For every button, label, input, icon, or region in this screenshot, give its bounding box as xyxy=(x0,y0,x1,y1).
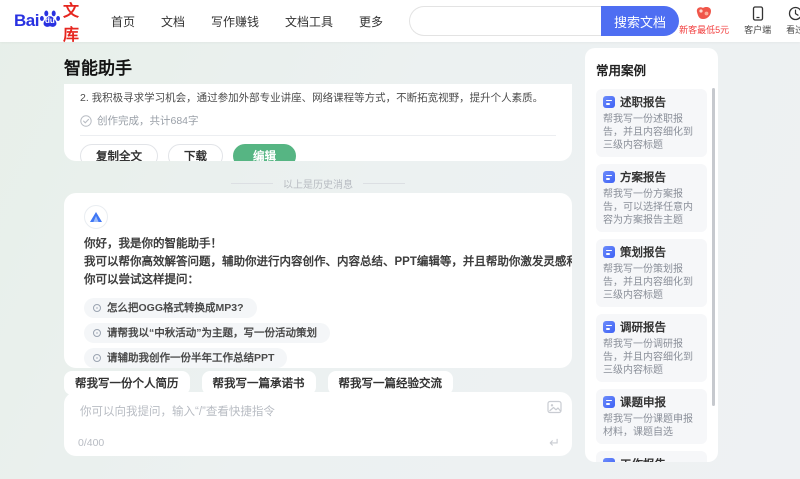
case-title: 策划报告 xyxy=(620,247,666,259)
document-icon xyxy=(603,171,615,183)
nav-item-home[interactable]: 首页 xyxy=(111,13,135,30)
suggestion-chip-midautumn-plan[interactable]: 请帮我以“中秋活动”为主题，写一份活动策划 xyxy=(84,323,330,343)
case-item-project-application[interactable]: 课题申报 帮我写一份课题申报材料，课题自选 xyxy=(596,389,707,444)
assistant-message-card: 你好，我是你的智能助手！ 我可以帮你高效解答问题，辅助你进行内容创作、内容总结、… xyxy=(64,193,572,368)
search-bar: 搜索文档 xyxy=(409,6,680,36)
suggestion-bullet-icon xyxy=(93,304,101,312)
document-icon xyxy=(603,458,615,462)
document-icon xyxy=(603,246,615,258)
nav-item-doc-tools[interactable]: 文档工具 xyxy=(285,13,333,30)
case-desc: 帮我写一份策划报告，并且内容细化到三级内容标题 xyxy=(603,264,693,301)
search-button[interactable]: 搜索文档 xyxy=(601,6,680,36)
copy-full-text-button[interactable]: 复制全文 xyxy=(80,144,158,161)
action-button-row: 复制全文 下载 编辑 xyxy=(80,144,556,161)
promo-label: 新客最低5元 xyxy=(679,25,730,35)
history-result-card: 2. 我积极寻求学习机会，通过参加外部专业讲座、网络课程等方式，不断拓宽视野，提… xyxy=(64,84,572,161)
client-entry[interactable]: 客户端 xyxy=(744,6,771,36)
sidebar-title: 常用案例 xyxy=(596,64,647,78)
divider-line-left xyxy=(231,183,273,184)
history-divider: 以上是历史消息 xyxy=(64,176,572,191)
case-title: 课题申报 xyxy=(620,397,666,409)
chat-input-box: 0/400 ↵ xyxy=(64,392,572,456)
page-title: 智能助手 xyxy=(64,59,132,78)
chat-input[interactable] xyxy=(78,401,518,431)
suggestion-chip-ogg-mp3[interactable]: 怎么把OGG格式转换成MP3? xyxy=(84,298,257,318)
assistant-logo-icon xyxy=(90,212,102,222)
case-title: 调研报告 xyxy=(620,322,666,334)
baidu-paw-icon: du xyxy=(38,7,62,31)
promo-entry[interactable]: 新客最低5元 xyxy=(679,6,729,36)
assistant-avatar xyxy=(84,205,108,229)
history-divider-text: 以上是历史消息 xyxy=(283,180,353,191)
viewed-entry[interactable]: 看过 xyxy=(786,6,800,36)
mobile-client-icon xyxy=(752,6,763,21)
divider-line-right xyxy=(363,183,405,184)
assistant-message: 你好，我是你的智能助手！ 我可以帮你高效解答问题，辅助你进行内容创作、内容总结、… xyxy=(84,235,572,289)
case-item-proposal-report[interactable]: 方案报告 帮我写一份方案报告，可以选择任意内容为方案报告主题 xyxy=(596,164,707,232)
download-button[interactable]: 下载 xyxy=(168,144,223,161)
case-title: 方案报告 xyxy=(620,172,666,184)
nav-item-docs[interactable]: 文档 xyxy=(161,13,185,30)
sidebar-scrollbar[interactable] xyxy=(712,88,715,406)
case-item-debrief-report[interactable]: 述职报告 帮我写一份述职报告，并且内容细化到三级内容标题 xyxy=(596,89,707,157)
assistant-greeting: 你好，我是你的智能助手！ xyxy=(84,238,222,250)
common-cases-panel: 常用案例 述职报告 帮我写一份述职报告，并且内容细化到三级内容标题 方案报告 帮… xyxy=(585,48,718,462)
history-excerpt-text: 2. 我积极寻求学习机会，通过参加外部专业讲座、网络课程等方式，不断拓宽视野，提… xyxy=(80,92,544,104)
case-desc: 帮我写一份述职报告，并且内容细化到三级内容标题 xyxy=(603,114,693,151)
case-title: 工作报告 xyxy=(620,456,666,462)
case-desc: 帮我写一份方案报告，可以选择任意内容为方案报告主题 xyxy=(603,189,693,226)
search-input[interactable] xyxy=(409,6,602,36)
suggestion-bullet-icon xyxy=(93,354,101,362)
logo-du-text: du xyxy=(44,16,55,25)
top-header: Bai du 文库 首页 文档 写作赚钱 文档工具 更多 搜索文档 新客最低5元… xyxy=(0,0,800,45)
suggestion-chip-halfyear-ppt[interactable]: 请辅助我创作一份半年工作总结PPT xyxy=(84,348,288,368)
nav-item-write-earn[interactable]: 写作赚钱 xyxy=(211,13,259,30)
assistant-intro: 我可以帮你高效解答问题，辅助你进行内容创作、内容总结、PPT编辑等，并且帮助你激… xyxy=(84,256,572,268)
assistant-hint: 你可以尝试这样提问： xyxy=(84,274,199,286)
header-right-group: 新客最低5元 客户端 看过 xyxy=(679,6,800,36)
image-upload-icon[interactable] xyxy=(547,400,562,419)
check-circle-icon xyxy=(80,114,92,127)
case-title: 述职报告 xyxy=(620,97,666,109)
edit-button[interactable]: 编辑 xyxy=(233,144,296,161)
viewed-label: 看过 xyxy=(786,25,800,35)
promo-icon xyxy=(696,7,712,19)
char-counter: 0/400 xyxy=(78,437,105,449)
suggestion-bullet-icon xyxy=(93,329,101,337)
case-item-work-report[interactable]: 工作报告 帮我写一份工作报告，工作类型随机 xyxy=(596,451,707,462)
case-desc: 帮我写一份课题申报材料，课题自选 xyxy=(603,414,693,438)
document-icon xyxy=(603,96,615,108)
case-desc: 帮我写一份调研报告，并且内容细化到三级内容标题 xyxy=(603,339,693,376)
card-divider xyxy=(80,135,556,136)
document-icon xyxy=(603,321,615,333)
baidu-wenku-logo[interactable]: Bai du 文库 xyxy=(14,0,79,45)
creation-status-text: 创作完成，共计684字 xyxy=(97,115,199,127)
creation-status: 创作完成，共计684字 xyxy=(80,113,556,128)
case-item-research-report[interactable]: 调研报告 帮我写一份调研报告，并且内容细化到三级内容标题 xyxy=(596,314,707,382)
case-item-planning-report[interactable]: 策划报告 帮我写一份策划报告，并且内容细化到三级内容标题 xyxy=(596,239,707,307)
logo-bai-text: Bai xyxy=(14,11,39,30)
main-nav: 首页 文档 写作赚钱 文档工具 更多 xyxy=(111,13,383,30)
clock-icon xyxy=(788,6,800,21)
send-enter-icon[interactable]: ↵ xyxy=(549,435,560,451)
client-label: 客户端 xyxy=(744,25,772,35)
logo-wenku-text: 文库 xyxy=(62,3,79,44)
nav-item-more[interactable]: 更多 xyxy=(359,13,383,30)
suggestion-list: 怎么把OGG格式转换成MP3? 请帮我以“中秋活动”为主题，写一份活动策划 请辅… xyxy=(84,293,552,368)
document-icon xyxy=(603,396,615,408)
